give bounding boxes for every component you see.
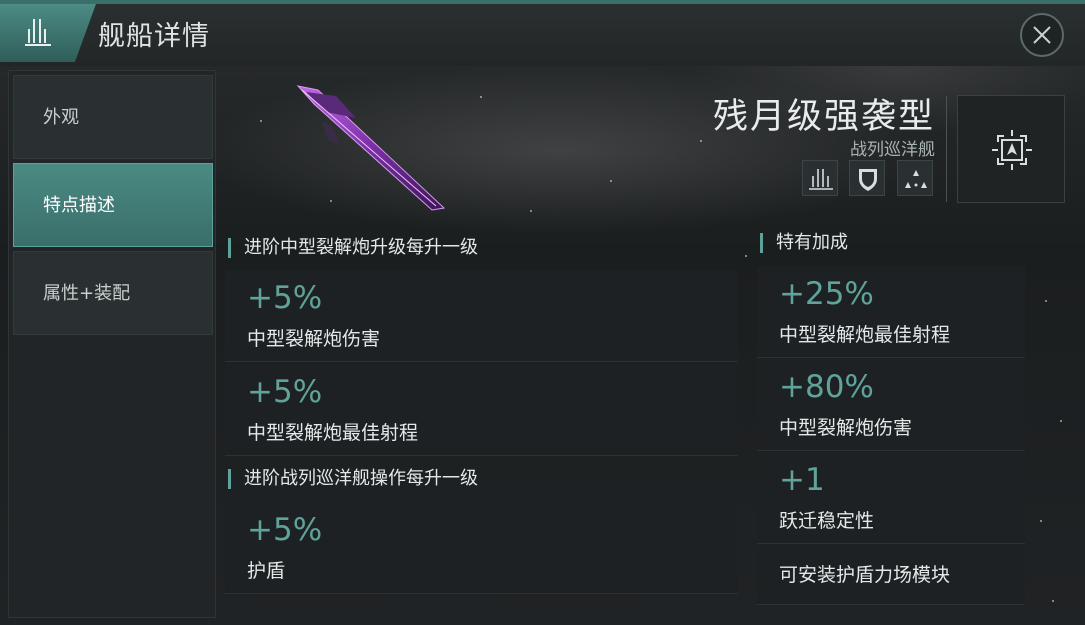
- bonus-note: 可安装护盾力场模块: [779, 564, 951, 586]
- role-icon-button[interactable]: [897, 160, 933, 196]
- section-heading-upgrade-a: 进阶中型裂解炮升级每升一级: [228, 233, 738, 263]
- close-button[interactable]: [1020, 13, 1064, 57]
- page-title: 舰船详情: [98, 21, 210, 52]
- sidebar-item-attributes[interactable]: 属性+装配: [13, 251, 213, 335]
- close-icon: [1033, 26, 1051, 44]
- sidebar-item-features[interactable]: 特点描述: [13, 163, 213, 247]
- bonus-card: +5% 中型裂解炮最佳射程: [225, 364, 738, 456]
- bonus-value: +80%: [779, 369, 874, 405]
- bonus-card: +80% 中型裂解炮伤害: [757, 359, 1025, 451]
- bonus-card: +1 跃迁稳定性: [757, 452, 1025, 544]
- ship-class: 战列巡洋舰: [850, 140, 935, 160]
- target-lock-icon: [992, 130, 1032, 170]
- bonus-value: +5%: [247, 512, 323, 548]
- banner-divider: [946, 96, 947, 202]
- bonus-label: 中型裂解炮伤害: [779, 417, 913, 439]
- bonus-label: 中型裂解炮最佳射程: [247, 422, 419, 444]
- role-icon-button[interactable]: [849, 160, 885, 196]
- section-heading-upgrade-b: 进阶战列巡洋舰操作每升一级: [228, 464, 738, 494]
- sidebar-item-appearance[interactable]: 外观: [13, 75, 213, 159]
- ship-class-icon: [809, 169, 833, 190]
- bonus-card: +5% 护盾: [225, 502, 738, 594]
- ship-class-icon: [22, 15, 56, 55]
- sidebar: 外观 特点描述 属性+装配: [8, 70, 216, 618]
- bonus-value: +1: [779, 462, 825, 498]
- bonus-card: +25% 中型裂解炮最佳射程: [757, 266, 1025, 358]
- fleet-formation-icon: [905, 170, 927, 188]
- target-lock-button[interactable]: [957, 95, 1065, 203]
- bonus-value: +5%: [247, 374, 323, 410]
- bonus-value: +25%: [779, 276, 874, 312]
- bonus-label: 护盾: [247, 560, 286, 582]
- bonus-label: 中型裂解炮伤害: [247, 328, 381, 350]
- sidebar-item-label: 特点描述: [43, 195, 115, 216]
- sidebar-item-label: 属性+装配: [43, 283, 131, 304]
- shield-icon: [859, 169, 877, 191]
- bonus-label: 中型裂解炮最佳射程: [779, 324, 951, 346]
- section-heading-unique-bonus: 特有加成: [760, 228, 1025, 258]
- sidebar-item-label: 外观: [43, 107, 79, 128]
- bonus-note-card: 可安装护盾力场模块: [757, 545, 1025, 605]
- role-icon-button[interactable]: [802, 160, 838, 196]
- ship-name: 残月级强袭型: [712, 97, 935, 137]
- bonus-label: 跃迁稳定性: [779, 510, 875, 532]
- bonus-card: +5% 中型裂解炮伤害: [225, 270, 738, 362]
- ship-model-image: [296, 85, 446, 211]
- bonus-value: +5%: [247, 280, 323, 316]
